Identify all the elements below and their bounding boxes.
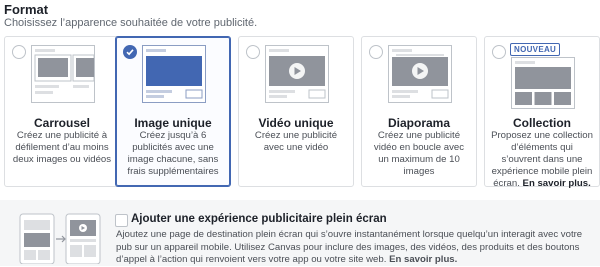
radio-button[interactable] <box>12 45 26 59</box>
learn-more-link[interactable]: En savoir plus. <box>523 178 591 189</box>
section-title: Format <box>4 2 49 17</box>
radio-button[interactable] <box>492 45 506 59</box>
format-card-diaporama[interactable]: Diaporama Créez une publicité vidéo en b… <box>361 36 477 187</box>
new-badge: NOUVEAU <box>510 43 561 56</box>
format-title: Image unique <box>134 116 212 130</box>
collection-thumbnail-icon <box>511 57 575 109</box>
slideshow-thumbnail-icon <box>388 45 452 103</box>
format-card-image-unique[interactable]: Image unique Créez jusqu’à 6 publicités … <box>115 36 231 187</box>
learn-more-link[interactable]: En savoir plus. <box>389 254 457 265</box>
format-description: Créez jusqu’à 6 publicités avec une imag… <box>127 130 219 177</box>
radio-button-checked[interactable] <box>123 45 137 59</box>
format-title: Carrousel <box>33 116 91 130</box>
radio-button[interactable] <box>369 45 383 59</box>
fullscreen-description: Ajoutez une page de destination plein éc… <box>116 229 596 267</box>
format-card-carrousel[interactable]: Carrousel Créez une publicité à défileme… <box>4 36 120 187</box>
format-card-video-unique[interactable]: Vidéo unique Créez une publicité avec un… <box>238 36 354 187</box>
single-image-thumbnail-icon <box>142 45 206 103</box>
format-title: Diaporama <box>387 116 451 130</box>
format-description: Créez une publicité avec une vidéo <box>254 130 338 153</box>
checkmark-icon <box>126 49 134 56</box>
fullscreen-checkbox[interactable] <box>115 214 128 227</box>
video-thumbnail-icon <box>265 45 329 103</box>
format-description: Créez une publicité à défilement d’au mo… <box>12 130 112 165</box>
canvas-illustration-icon <box>19 213 101 264</box>
format-description: Proposez une collection d’éléments qui s… <box>491 130 593 190</box>
format-card-collection[interactable]: NOUVEAU Collection Proposez une collecti… <box>484 36 600 190</box>
fullscreen-description-text: Ajoutez une page de destination plein éc… <box>116 229 583 265</box>
radio-button[interactable] <box>246 45 260 59</box>
format-title: Collection <box>512 116 571 130</box>
format-title: Vidéo unique <box>258 116 334 130</box>
fullscreen-title[interactable]: Ajouter une expérience publicitaire plei… <box>131 213 387 225</box>
format-description: Créez une publicité vidéo en boucle avec… <box>373 130 465 177</box>
section-subtitle: Choisissez l’apparence souhaitée de votr… <box>4 17 258 29</box>
carousel-thumbnail-icon <box>31 45 95 103</box>
